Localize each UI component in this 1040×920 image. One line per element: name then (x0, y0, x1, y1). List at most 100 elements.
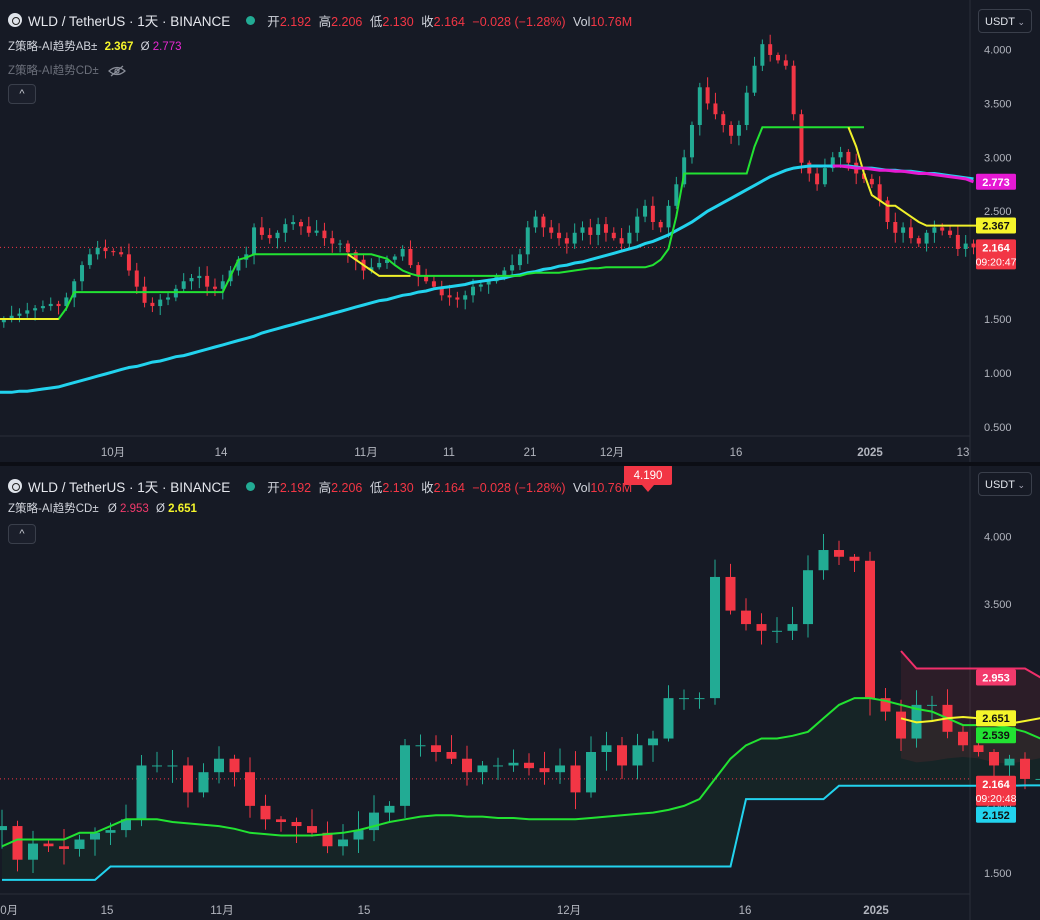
bottom-chart-pane[interactable]: 4.0003.5003.0002.5002.0001.50010月1511月15… (0, 466, 1040, 920)
candle[interactable] (705, 87, 710, 104)
candle[interactable] (103, 247, 108, 252)
candle[interactable] (803, 570, 813, 625)
candle[interactable] (601, 745, 612, 752)
candle[interactable] (555, 765, 565, 773)
candle[interactable] (17, 313, 22, 316)
candle[interactable] (245, 772, 255, 806)
candle[interactable] (283, 224, 288, 233)
candle[interactable] (0, 826, 7, 831)
candle[interactable] (783, 60, 788, 66)
candle[interactable] (710, 576, 720, 699)
candle[interactable] (167, 765, 178, 767)
candle[interactable] (697, 87, 702, 126)
candle[interactable] (865, 560, 875, 699)
candle[interactable] (56, 303, 61, 307)
candle[interactable] (572, 232, 577, 244)
candle[interactable] (43, 843, 54, 847)
candle[interactable] (150, 302, 155, 307)
candle[interactable] (549, 227, 554, 233)
candle[interactable] (111, 251, 116, 253)
candle[interactable] (158, 299, 163, 307)
candle[interactable] (408, 248, 413, 266)
candle[interactable] (447, 295, 452, 298)
candle[interactable] (815, 173, 820, 185)
hidden-eye-icon[interactable] (107, 65, 126, 77)
candle[interactable] (446, 752, 457, 759)
candle[interactable] (267, 234, 272, 239)
candle[interactable] (776, 54, 780, 61)
candle[interactable] (787, 624, 798, 631)
candle[interactable] (963, 243, 968, 249)
candle[interactable] (744, 92, 749, 126)
candle[interactable] (87, 254, 92, 266)
top-indicator-cd-legend[interactable]: Z策略-AI趋势CD± (8, 62, 126, 78)
candle[interactable] (570, 765, 581, 793)
candle[interactable] (74, 839, 85, 849)
candle[interactable] (517, 254, 522, 266)
candle[interactable] (119, 252, 124, 255)
candle[interactable] (415, 745, 426, 747)
candle[interactable] (958, 731, 968, 746)
candle[interactable] (948, 230, 953, 235)
bottom-symbol-title[interactable]: WLD / TetherUS · 1天 · BINANCE (28, 476, 230, 496)
candle[interactable] (539, 768, 550, 773)
candle[interactable] (126, 254, 131, 271)
top-chart-pane[interactable]: 4.0003.5003.0002.5002.0001.5001.0000.500… (0, 0, 1040, 462)
candle[interactable] (134, 270, 139, 287)
candle[interactable] (799, 114, 804, 163)
candle[interactable] (338, 243, 343, 245)
candle[interactable] (322, 230, 327, 239)
candle[interactable] (183, 765, 193, 793)
candle[interactable] (314, 230, 319, 233)
candle[interactable] (541, 216, 546, 228)
candle[interactable] (564, 238, 569, 244)
candle[interactable] (298, 222, 303, 227)
candle[interactable] (557, 232, 562, 239)
candle[interactable] (25, 310, 30, 314)
candle[interactable] (627, 232, 632, 244)
candle[interactable] (973, 745, 984, 752)
candle[interactable] (214, 758, 224, 773)
candle[interactable] (455, 297, 460, 300)
candle[interactable] (524, 762, 534, 769)
candle[interactable] (635, 216, 640, 233)
candle[interactable] (877, 184, 882, 201)
candle[interactable] (689, 125, 694, 158)
candle[interactable] (510, 265, 515, 271)
candle[interactable] (849, 556, 860, 561)
candle[interactable] (580, 227, 585, 233)
candle[interactable] (252, 227, 257, 255)
top-collapse-legend-button[interactable]: ^ (8, 84, 36, 104)
candle[interactable] (617, 745, 627, 766)
candle[interactable] (431, 281, 436, 287)
candle[interactable] (28, 843, 38, 860)
candle[interactable] (493, 765, 503, 767)
candle[interactable] (330, 238, 335, 244)
candle[interactable] (212, 286, 217, 289)
candle[interactable] (741, 610, 751, 625)
bottom-indicator-cd-legend[interactable]: Z策略-AI趋势CD± Ø 2.953 Ø 2.651 (8, 500, 197, 516)
candle[interactable] (95, 247, 100, 255)
candle[interactable] (152, 765, 162, 767)
candle[interactable] (471, 286, 476, 296)
candle[interactable] (924, 232, 929, 244)
candle[interactable] (463, 295, 468, 300)
candle[interactable] (1035, 778, 1040, 780)
candle[interactable] (955, 234, 960, 249)
candle[interactable] (916, 238, 921, 244)
bottom-collapse-legend-button[interactable]: ^ (8, 524, 36, 544)
bottom-currency-select[interactable]: USDT ⌄ (978, 472, 1032, 496)
candle[interactable] (713, 103, 718, 115)
candle[interactable] (807, 162, 812, 174)
candle[interactable] (416, 265, 421, 276)
candle[interactable] (822, 168, 827, 185)
candle[interactable] (338, 839, 348, 847)
candle[interactable] (384, 805, 395, 813)
candle[interactable] (306, 226, 311, 233)
candle[interactable] (971, 243, 976, 248)
candle[interactable] (721, 114, 726, 126)
candle[interactable] (392, 256, 397, 260)
candle[interactable] (588, 227, 593, 235)
candle[interactable] (846, 151, 851, 163)
candle[interactable] (205, 275, 210, 287)
